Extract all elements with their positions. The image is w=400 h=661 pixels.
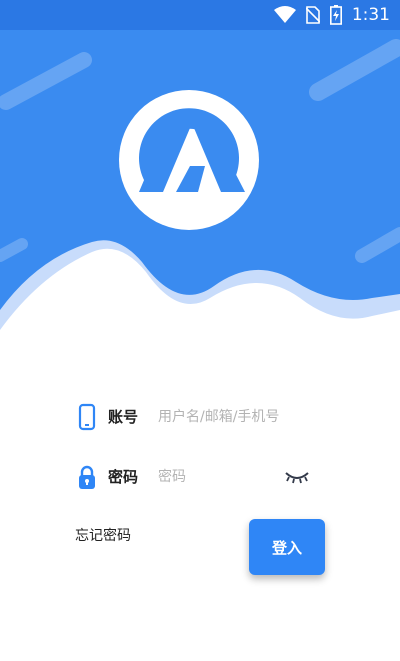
phone-icon (78, 403, 96, 431)
hero-banner (0, 30, 400, 340)
login-button[interactable]: 登入 (249, 519, 325, 575)
no-sim-icon (305, 6, 320, 24)
account-row: 账号 (0, 397, 400, 437)
account-label: 账号 (108, 408, 139, 426)
wifi-icon (273, 6, 296, 23)
eye-closed-icon[interactable] (284, 469, 310, 485)
status-time: 1:31 (351, 5, 390, 25)
status-icons: 1:31 (273, 5, 390, 25)
password-row: 密码 (0, 457, 400, 497)
hero-background (0, 30, 400, 340)
status-bar: 1:31 (0, 0, 400, 30)
forgot-password-link[interactable]: 忘记密码 (75, 525, 131, 545)
lock-icon (79, 465, 95, 489)
account-input[interactable] (158, 403, 318, 431)
battery-charging-icon (329, 5, 342, 25)
logo-icon (119, 90, 259, 230)
password-label: 密码 (108, 468, 139, 486)
